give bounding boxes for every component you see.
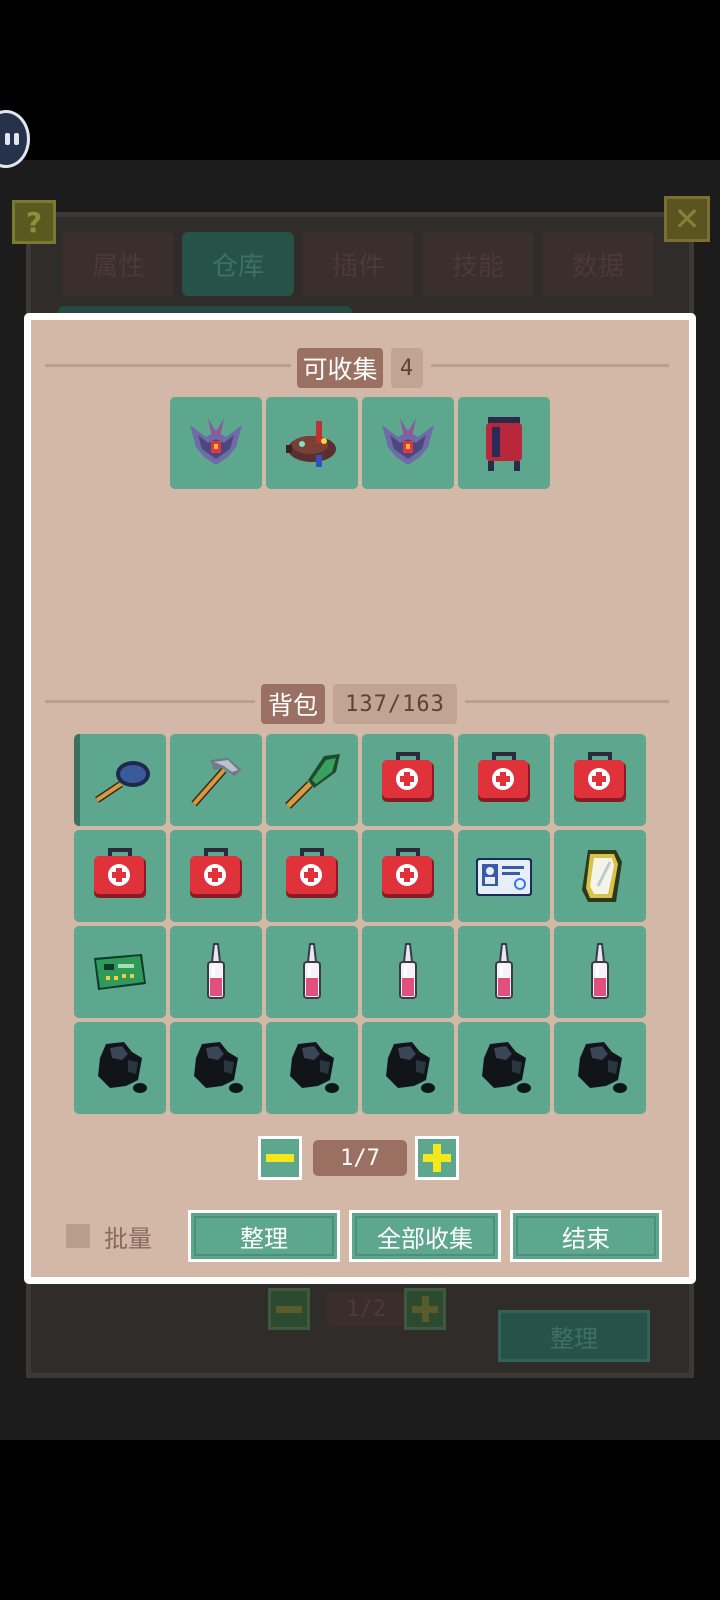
tab-skills[interactable]: 技能 bbox=[422, 232, 534, 296]
backpack-slot[interactable] bbox=[170, 830, 262, 922]
divider-line bbox=[45, 700, 255, 703]
backpack-slot[interactable] bbox=[554, 830, 646, 922]
page-indicator: 1/7 bbox=[313, 1140, 407, 1176]
hammer-icon bbox=[191, 758, 242, 807]
canister-icon bbox=[486, 417, 522, 471]
coal-ore-icon bbox=[386, 1042, 435, 1093]
medkit-icon bbox=[382, 752, 434, 802]
tab-data[interactable]: 数据 bbox=[542, 232, 654, 296]
circuit-board-icon bbox=[94, 954, 146, 990]
close-icon: ✕ bbox=[673, 200, 701, 238]
collectible-title: 可收集 bbox=[297, 348, 383, 388]
backpack-slot[interactable] bbox=[170, 926, 262, 1018]
medkit-icon bbox=[382, 848, 434, 898]
vial-icon bbox=[399, 943, 417, 999]
medkit-icon bbox=[574, 752, 626, 802]
tab-plugins[interactable]: 插件 bbox=[302, 232, 414, 296]
medkit-icon bbox=[286, 848, 338, 898]
id-card-icon bbox=[476, 858, 532, 896]
backpack-grid bbox=[74, 734, 646, 1114]
backpack-slot[interactable] bbox=[266, 926, 358, 1018]
coal-ore-icon bbox=[194, 1042, 243, 1093]
background-prev-page-button[interactable] bbox=[268, 1288, 310, 1330]
batch-checkbox[interactable] bbox=[66, 1224, 90, 1248]
collectible-slot[interactable] bbox=[362, 397, 454, 489]
divider-line bbox=[431, 364, 669, 367]
collectible-count: 4 bbox=[391, 348, 423, 388]
collectible-slot[interactable] bbox=[170, 397, 262, 489]
medkit-icon bbox=[478, 752, 530, 802]
backpack-slot[interactable] bbox=[554, 1022, 646, 1114]
backpack-slot[interactable] bbox=[458, 1022, 550, 1114]
crab-mech-icon bbox=[286, 421, 336, 467]
vial-icon bbox=[591, 943, 609, 999]
next-page-button[interactable] bbox=[415, 1136, 459, 1180]
collectible-slot[interactable] bbox=[458, 397, 550, 489]
backpack-slot[interactable] bbox=[458, 734, 550, 826]
backpack-slot[interactable] bbox=[74, 734, 166, 826]
close-button[interactable]: ✕ bbox=[664, 196, 710, 242]
background-next-page-button[interactable] bbox=[404, 1288, 446, 1330]
collectible-grid bbox=[170, 397, 550, 489]
medkit-icon bbox=[190, 848, 242, 898]
backpack-slot[interactable] bbox=[74, 830, 166, 922]
backpack-slot[interactable] bbox=[266, 734, 358, 826]
spaceship-icon bbox=[190, 419, 242, 465]
vial-icon bbox=[207, 943, 225, 999]
background-sort-button[interactable]: 整理 bbox=[498, 1310, 650, 1362]
backpack-slot[interactable] bbox=[554, 734, 646, 826]
help-button[interactable]: ? bbox=[12, 200, 56, 244]
divider-line bbox=[465, 700, 669, 703]
backpack-slot[interactable] bbox=[554, 926, 646, 1018]
backpack-slot[interactable] bbox=[362, 734, 454, 826]
vial-icon bbox=[495, 943, 513, 999]
backpack-slot[interactable] bbox=[458, 830, 550, 922]
end-button[interactable]: 结束 bbox=[510, 1210, 662, 1262]
backpack-slot[interactable] bbox=[74, 1022, 166, 1114]
collect-all-button[interactable]: 全部收集 bbox=[349, 1210, 501, 1262]
frying-pan-icon bbox=[95, 761, 150, 803]
loot-dialog: 可收集 4 背包 137/163 1/7 批量 整理 全部收集 结束 bbox=[24, 313, 696, 1284]
divider-line bbox=[45, 364, 291, 367]
prev-page-button[interactable] bbox=[258, 1136, 302, 1180]
coal-ore-icon bbox=[578, 1042, 627, 1093]
background-page-label: 1/2 bbox=[326, 1292, 406, 1326]
coal-ore-icon bbox=[98, 1042, 147, 1093]
question-icon: ? bbox=[25, 205, 43, 239]
batch-label: 批量 bbox=[104, 1225, 152, 1253]
background-tab-bar: 属性 仓库 插件 技能 数据 bbox=[62, 232, 654, 296]
backpack-count: 137/163 bbox=[333, 684, 457, 724]
spaceship-icon bbox=[382, 419, 434, 465]
tab-warehouse[interactable]: 仓库 bbox=[182, 232, 294, 296]
vial-icon bbox=[303, 943, 321, 999]
sort-button[interactable]: 整理 bbox=[188, 1210, 340, 1262]
tab-attributes[interactable]: 属性 bbox=[62, 232, 174, 296]
backpack-slot[interactable] bbox=[458, 926, 550, 1018]
backpack-slot[interactable] bbox=[266, 1022, 358, 1114]
minus-icon bbox=[266, 1154, 294, 1162]
mirror-icon bbox=[582, 850, 622, 902]
coal-ore-icon bbox=[290, 1042, 339, 1093]
backpack-slot[interactable] bbox=[266, 830, 358, 922]
backpack-slot[interactable] bbox=[74, 926, 166, 1018]
collectible-slot[interactable] bbox=[266, 397, 358, 489]
backpack-slot[interactable] bbox=[362, 830, 454, 922]
backpack-slot[interactable] bbox=[362, 1022, 454, 1114]
backpack-title: 背包 bbox=[261, 684, 325, 724]
shovel-icon bbox=[285, 754, 340, 809]
medkit-icon bbox=[94, 848, 146, 898]
backpack-slot[interactable] bbox=[362, 926, 454, 1018]
coal-ore-icon bbox=[482, 1042, 531, 1093]
backpack-slot[interactable] bbox=[170, 734, 262, 826]
backpack-slot[interactable] bbox=[170, 1022, 262, 1114]
